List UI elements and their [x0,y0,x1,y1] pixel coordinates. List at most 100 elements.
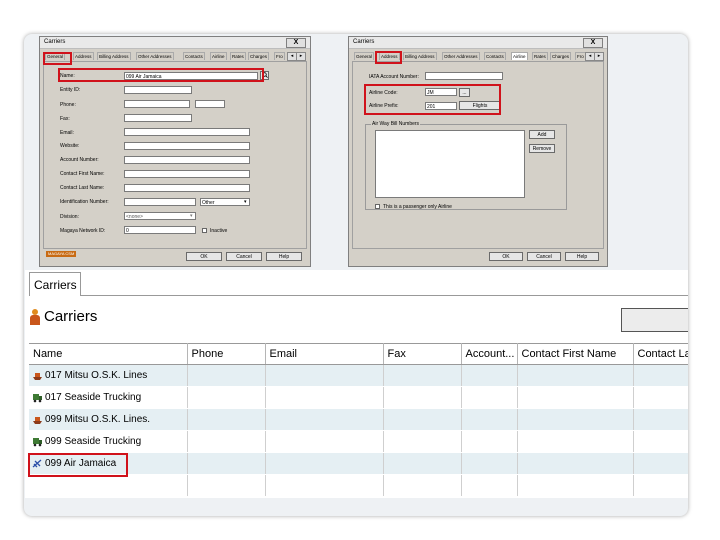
tab-rates[interactable]: Rates [532,52,548,60]
chevron-down-icon: ▾ [244,199,247,205]
carriers-airline-dialog: Carriers X General Address Billing Addre… [348,36,608,267]
iata-account-field[interactable] [425,72,503,80]
name-cell: 017 Mitsu O.S.K. Lines [29,364,188,387]
contact-last-name-field[interactable] [124,184,250,192]
column-header-contact-first-name[interactable]: Contact First Name [517,343,634,365]
table-row[interactable]: 099 Mitsu O.S.K. Lines. [29,408,688,431]
entity-id-label: Entity ID: [60,87,81,93]
highlight-name-field [58,68,264,82]
tab-rates[interactable]: Rates [230,52,246,60]
cancel-button[interactable]: Cancel [527,252,561,261]
identification-number-field[interactable] [124,198,196,206]
column-header-name[interactable]: Name [29,343,188,365]
tab-next-icon[interactable]: ▸ [594,52,604,61]
magaya-logo: MAGAYA CSM [46,251,77,257]
help-button[interactable]: Help [266,252,302,261]
tab-carriers[interactable]: Carriers [29,272,81,296]
fax-field[interactable] [124,114,192,122]
tab-other-addresses[interactable]: Other Addresses [136,52,174,60]
close-button[interactable]: X [583,38,603,48]
website-label: Website: [60,143,80,149]
highlight-general-tab [43,52,72,65]
column-header-contact-last[interactable]: Contact Las [633,343,688,365]
phone-label: Phone: [60,102,76,108]
highlight-address-tab [375,51,402,64]
name-cell: 099 Mitsu O.S.K. Lines. [29,408,188,431]
tab-other-addresses[interactable]: Other Addresses [442,52,480,60]
column-header-phone[interactable]: Phone [187,343,266,365]
ok-button[interactable]: OK [186,252,222,261]
division-label: Division: [60,214,79,220]
chevron-down-icon: ▾ [190,213,193,219]
dialog-tabs: General Address Billing Address Other Ad… [43,51,307,61]
tab-billing-address[interactable]: Billing Address [97,52,131,60]
page-title-text: Carriers [44,308,98,325]
phone-field[interactable] [124,100,190,108]
truck-icon [33,393,42,403]
identification-type-select[interactable]: Other [200,198,250,206]
inactive-label: Inactive [210,228,228,234]
ship-icon [33,416,42,424]
table-header: Name Phone Email Fax Account... Contact … [29,343,688,365]
tab-billing-address[interactable]: Billing Address [403,52,437,60]
carrier-name: 017 Mitsu O.S.K. Lines [45,370,148,382]
dialog-title: Carriers [353,39,375,45]
column-header-account[interactable]: Account... [461,343,518,365]
magaya-network-id-field[interactable]: 0 [124,226,196,234]
person-icon [30,308,40,325]
truck-icon [33,437,42,447]
close-button[interactable]: X [286,38,306,48]
contact-last-name-label: Contact Last Name: [60,185,105,191]
awb-group-label: Air Way Bill Numbers [371,121,421,127]
website-field[interactable] [124,142,250,150]
tab-charges[interactable]: Charges [248,52,270,60]
table-row[interactable] [29,474,688,497]
entity-id-field[interactable] [124,86,192,94]
tab-divider [81,295,688,296]
name-cell: 017 Seaside Trucking [29,386,188,409]
inactive-checkbox[interactable] [202,228,207,233]
column-header-fax[interactable]: Fax [383,343,462,365]
passenger-only-label: This is a passenger only Airline [383,204,452,210]
ship-icon [33,372,42,380]
add-button[interactable]: Add [529,130,555,139]
table-row[interactable]: 017 Mitsu O.S.K. Lines [29,364,688,387]
highlight-airline-fields [364,84,501,115]
carrier-name: 099 Mitsu O.S.K. Lines. [45,414,151,426]
tab-airline[interactable]: Airline [210,52,227,60]
tab-airline[interactable]: Airline [511,52,528,60]
fax-label: Fax: [60,116,70,122]
remove-button[interactable]: Remove [529,144,555,153]
tab-fro[interactable]: Fro [274,52,285,60]
tab-contacts[interactable]: Contacts [484,52,506,60]
phone-ext-field[interactable] [195,100,225,108]
dialog-titlebar: Carriers X [349,37,607,49]
table-row[interactable]: 017 Seaside Trucking [29,386,688,409]
page-title: Carriers [30,308,97,325]
dialog-title: Carriers [44,39,66,45]
passenger-only-checkbox[interactable] [375,204,380,209]
tab-general[interactable]: General [354,52,375,60]
carrier-name: 099 Seaside Trucking [45,436,142,448]
general-pane: Name: 099 Air Jamaica Entity ID: Phone: … [43,61,307,249]
tab-address[interactable]: Address [73,52,94,60]
tab-charges[interactable]: Charges [550,52,572,60]
highlight-air-jamaica-row [28,453,128,477]
name-cell [29,474,188,497]
tab-next-icon[interactable]: ▸ [296,52,306,61]
column-header-email[interactable]: Email [265,343,384,365]
search-input[interactable] [621,308,688,332]
contact-first-name-field[interactable] [124,170,250,178]
carrier-name: 017 Seaside Trucking [45,392,142,404]
help-button[interactable]: Help [565,252,599,261]
dialog-titlebar: Carriers X [40,37,310,49]
account-number-field[interactable] [124,156,250,164]
email-field[interactable] [124,128,250,136]
ok-button[interactable]: OK [489,252,523,261]
division-select[interactable]: <none> [124,212,196,220]
awb-list[interactable] [375,130,525,198]
tab-contacts[interactable]: Contacts [183,52,205,60]
name-cell: 099 Seaside Trucking [29,430,188,453]
table-row[interactable]: 099 Seaside Trucking [29,430,688,453]
cancel-button[interactable]: Cancel [226,252,262,261]
